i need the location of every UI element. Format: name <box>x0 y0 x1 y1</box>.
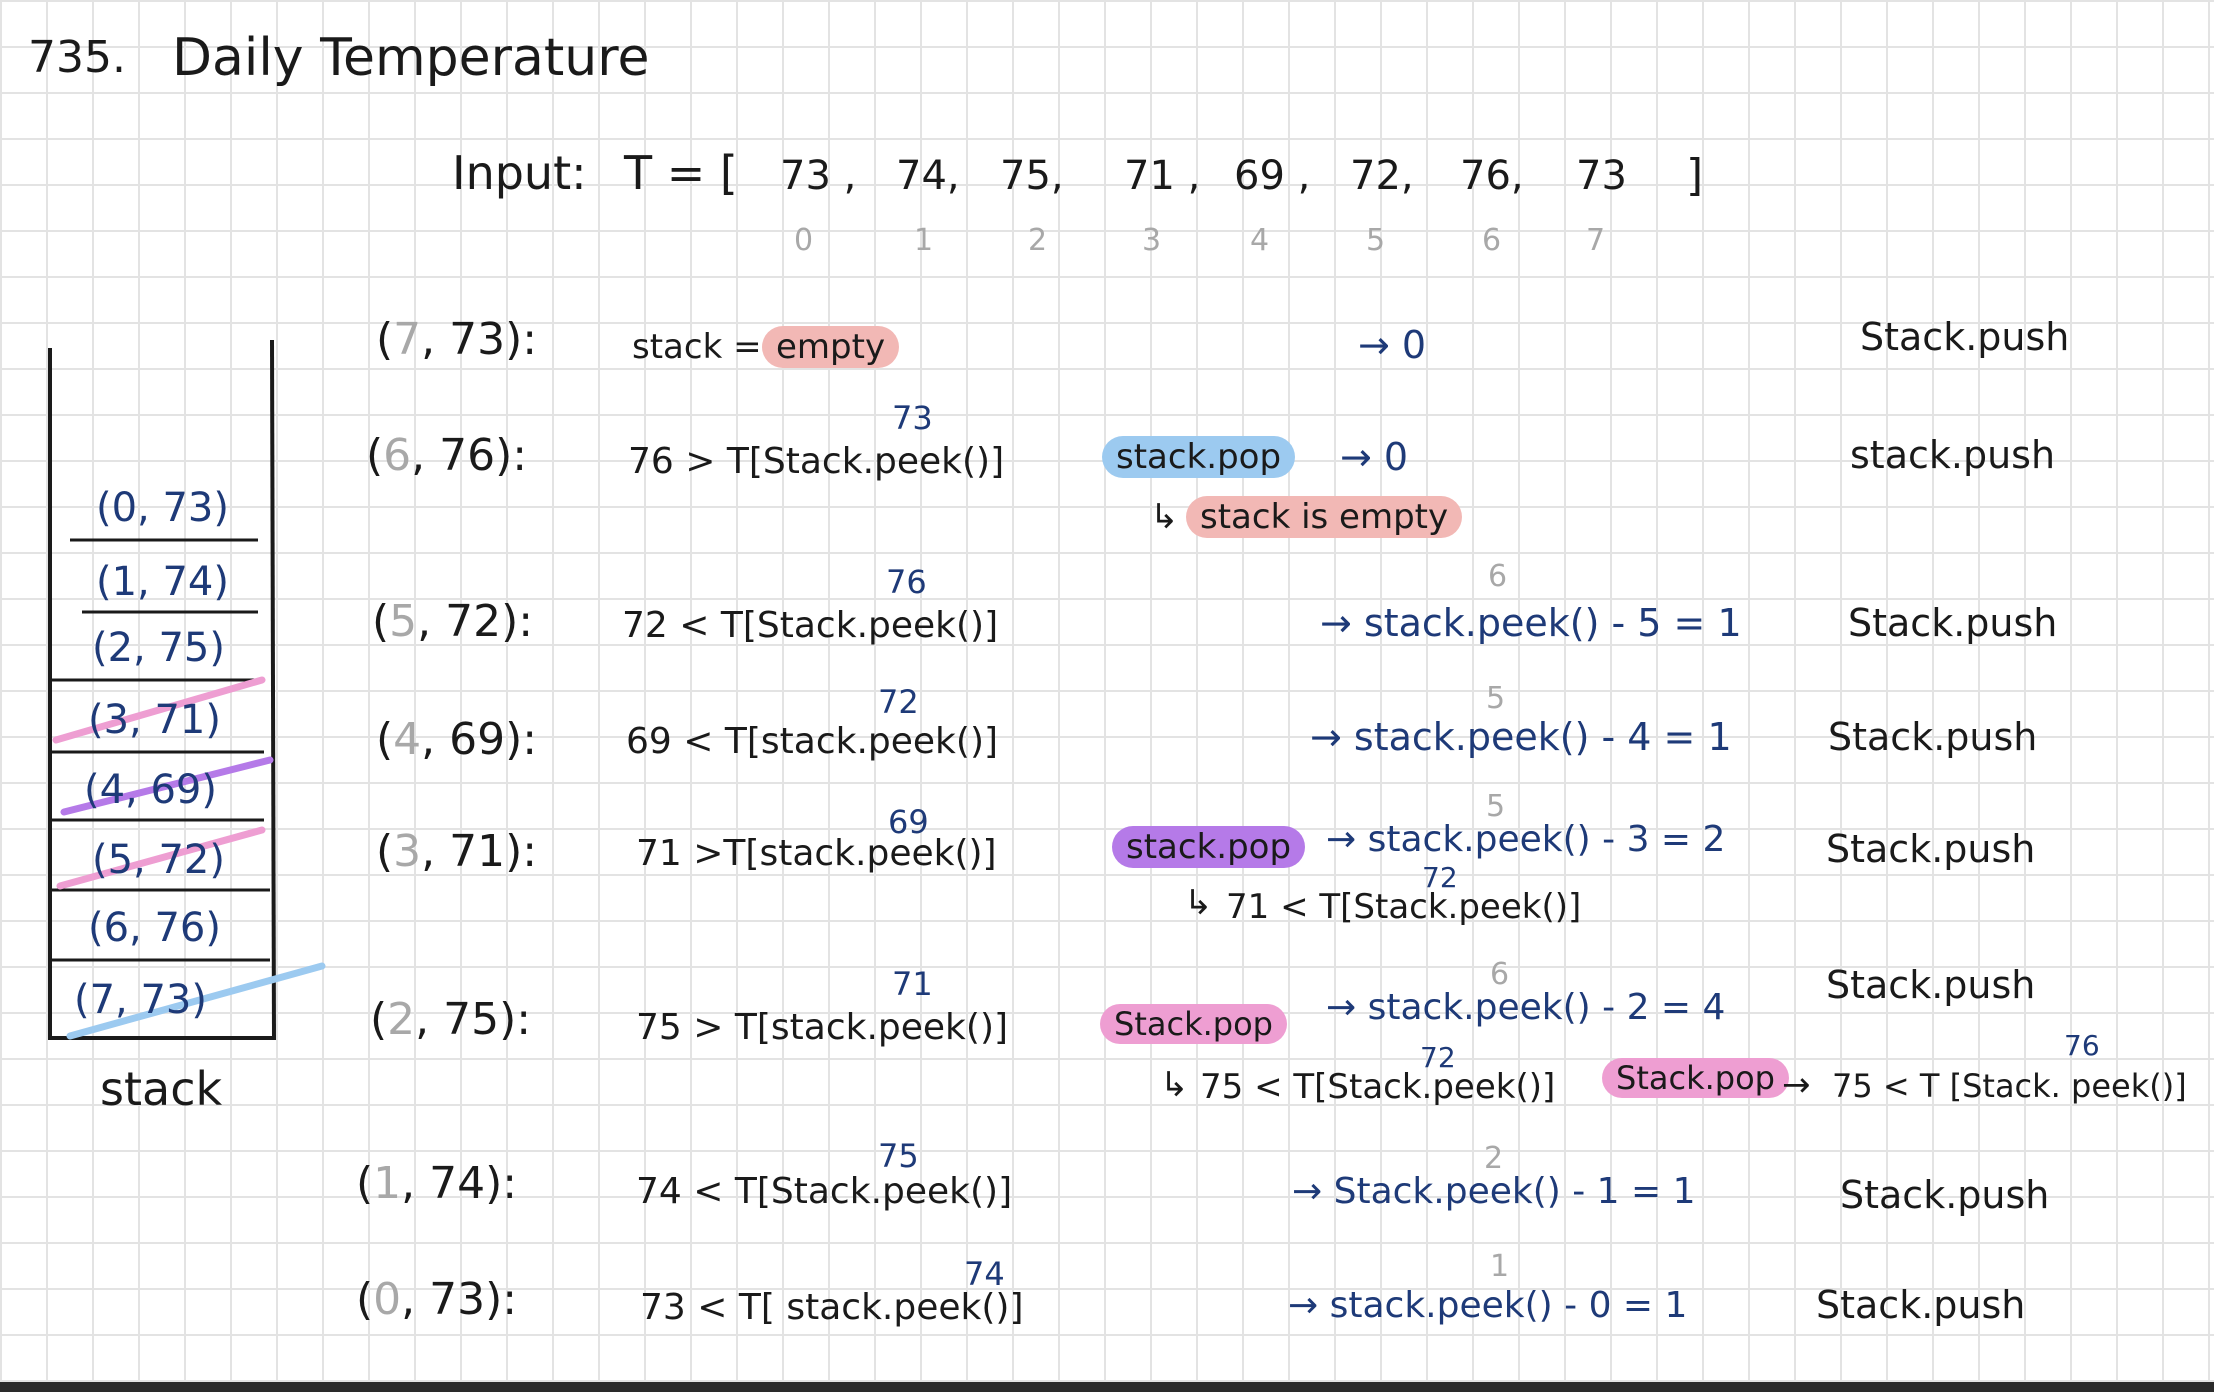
array-index: 1 <box>914 223 934 258</box>
row-comparison: stack = <box>632 327 762 367</box>
row-result: → stack.peek() - 2 = 4 <box>1326 987 1726 1028</box>
row-tuple: (0, 73): <box>356 1274 518 1325</box>
row-result: → stack.peek() - 4 = 1 <box>1310 715 1732 759</box>
sub-comparison: 75 < T[Stack.peek()] <box>1200 1067 1556 1107</box>
stack-item: (0, 73) <box>96 485 229 531</box>
row-result: → Stack.peek() - 1 = 1 <box>1292 1171 1696 1212</box>
row-result: → 0 <box>1358 323 1427 367</box>
stack-item: (3, 71) <box>88 697 221 743</box>
row-tuple: (1, 74): <box>356 1158 518 1209</box>
peek-index: 1 <box>1490 1249 1510 1284</box>
array-index: 6 <box>1482 223 1502 258</box>
pop-highlight: stack.pop <box>1102 436 1296 478</box>
stack-item: (4, 69) <box>84 767 217 813</box>
row-tuple: (7, 73): <box>376 314 538 365</box>
stack-item: (2, 75) <box>92 625 225 671</box>
array-index: 0 <box>794 223 814 258</box>
row-action: Stack.push <box>1826 827 2036 871</box>
stack-right-wall <box>270 339 276 1041</box>
peek-value: 72 <box>878 683 919 721</box>
row-result: → stack.peek() - 3 = 2 <box>1326 819 1726 860</box>
peek-value: 75 <box>878 1137 919 1175</box>
peek-value: 73 <box>892 399 933 437</box>
row-comparison: 72 < T[Stack.peek()] <box>622 605 999 646</box>
pop-highlight: stack.pop <box>1112 826 1306 868</box>
array-value: 76, <box>1460 153 1524 199</box>
row-action: Stack.push <box>1816 1283 2026 1327</box>
stack-item: (6, 76) <box>88 905 221 951</box>
peek-index: 6 <box>1490 957 1510 992</box>
row-tuple: (2, 75): <box>370 994 532 1045</box>
pop-highlight: Stack.pop <box>1100 1004 1287 1044</box>
array-value: 72, <box>1350 153 1414 199</box>
row-result: → 0 <box>1340 435 1409 479</box>
array-index: 7 <box>1586 223 1606 258</box>
peek-index: 5 <box>1486 681 1506 716</box>
array-value: 74, <box>896 153 960 199</box>
row-action: Stack.push <box>1828 715 2038 759</box>
array-value: 75, <box>1000 153 1064 199</box>
row-tuple: (6, 76): <box>366 430 528 481</box>
row-result: → stack.peek() - 0 = 1 <box>1288 1285 1688 1326</box>
peek-value: 76 <box>2064 1029 2100 1062</box>
branch-arrow: ↳ <box>1184 883 1213 923</box>
array-index: 3 <box>1142 223 1162 258</box>
row-comparison: 73 < T[ stack.peek()] <box>640 1287 1024 1328</box>
stack-label: stack <box>100 1062 223 1116</box>
row-comparison: 71 >T[stack.peek()] <box>636 833 997 874</box>
peek-index: 2 <box>1484 1141 1504 1176</box>
array-close: ] <box>1686 150 1704 201</box>
row-action: Stack.push <box>1860 315 2070 359</box>
sub-comparison: 71 < T[Stack.peek()] <box>1226 887 1582 927</box>
row-comparison: 75 > T[stack.peek()] <box>636 1007 1009 1048</box>
stack-item: (1, 74) <box>96 559 229 605</box>
array-value: 69 , <box>1234 153 1311 199</box>
peek-index: 6 <box>1488 559 1508 594</box>
array-index: 5 <box>1366 223 1386 258</box>
row-action: stack.push <box>1850 433 2056 477</box>
stack-empty-highlight: stack is empty <box>1186 496 1463 538</box>
branch-arrow: ↳ <box>1150 497 1179 537</box>
row-tuple: (4, 69): <box>376 714 538 765</box>
row-action: Stack.push <box>1840 1173 2050 1217</box>
bottom-border <box>0 1382 2214 1392</box>
array-value: 73 <box>1576 153 1627 199</box>
array-value: 71 , <box>1124 153 1201 199</box>
branch-arrow: → <box>1782 1065 1811 1105</box>
array-value: 73 , <box>780 153 857 199</box>
stack-item: (5, 72) <box>92 837 225 883</box>
row-action: Stack.push <box>1826 963 2036 1007</box>
input-label: Input: <box>452 146 587 200</box>
pop-highlight: Stack.pop <box>1602 1058 1789 1098</box>
row-tuple: (5, 72): <box>372 596 534 647</box>
branch-arrow: ↳ <box>1160 1065 1189 1105</box>
stack-item: (7, 73) <box>74 977 207 1023</box>
array-index: 4 <box>1250 223 1270 258</box>
peek-value: 76 <box>886 563 927 601</box>
peek-value: 71 <box>892 965 933 1003</box>
peek-index: 5 <box>1486 789 1506 824</box>
sub-comparison: 75 < T [Stack. peek()] <box>1832 1067 2187 1105</box>
peek-value: 74 <box>964 1255 1005 1293</box>
array-open: T = [ <box>624 146 738 200</box>
row-comparison: 69 < T[stack.peek()] <box>626 721 999 762</box>
row-action: Stack.push <box>1848 601 2058 645</box>
row-result: → stack.peek() - 5 = 1 <box>1320 601 1742 645</box>
row-comparison: 74 < T[Stack.peek()] <box>636 1171 1013 1212</box>
row-tuple: (3, 71): <box>376 826 538 877</box>
array-index: 2 <box>1028 223 1048 258</box>
row-comparison: 76 > T[Stack.peek()] <box>628 441 1005 482</box>
empty-highlight: empty <box>762 326 900 368</box>
